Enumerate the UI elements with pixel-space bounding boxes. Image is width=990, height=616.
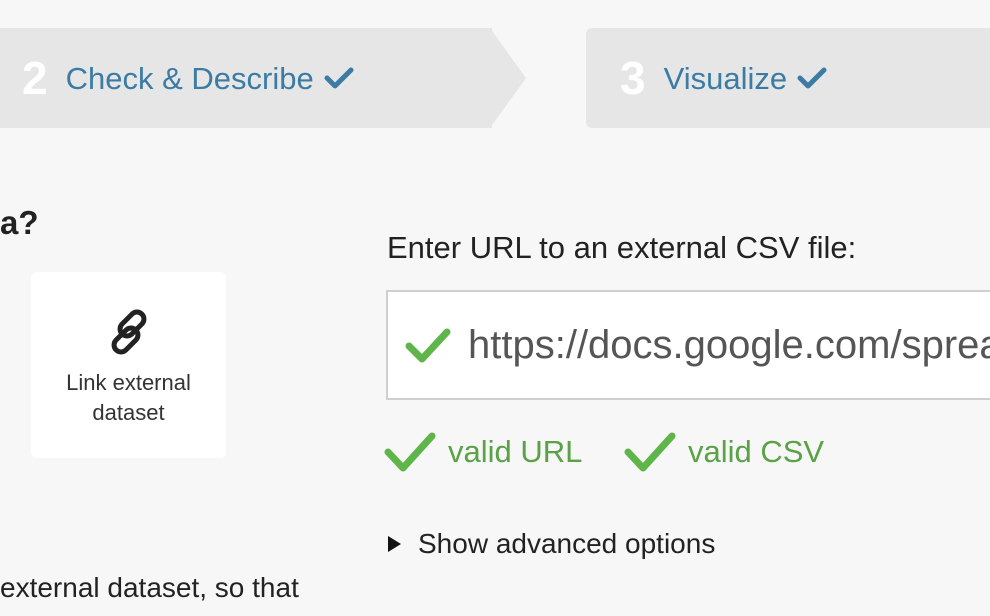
step-number: 3 xyxy=(620,52,646,104)
link-external-dataset-button[interactable]: Link external dataset xyxy=(31,272,226,458)
section-question: a? xyxy=(0,204,39,241)
check-icon xyxy=(624,432,676,472)
csv-url-input[interactable] xyxy=(468,322,990,368)
link-external-dataset-label: Link external dataset xyxy=(66,370,191,425)
step-label: Visualize xyxy=(663,60,788,96)
valid-csv-label: valid CSV xyxy=(688,434,825,469)
check-icon xyxy=(797,67,827,89)
url-prompt-label: Enter URL to an external CSV file: xyxy=(387,230,857,265)
check-icon xyxy=(405,328,451,363)
step-visualize[interactable]: 3 Visualize xyxy=(586,28,990,128)
valid-url-indicator: valid URL xyxy=(384,428,582,476)
triangle-right-icon xyxy=(388,536,401,552)
check-icon xyxy=(324,67,354,89)
step-check-describe[interactable]: 2 Check & Describe xyxy=(0,28,492,128)
step-number: 2 xyxy=(22,52,48,104)
valid-csv-indicator: valid CSV xyxy=(624,428,824,476)
valid-url-label: valid URL xyxy=(448,434,583,469)
url-field-container xyxy=(386,290,990,400)
check-icon xyxy=(384,432,436,472)
step-label: Check & Describe xyxy=(65,60,314,96)
show-advanced-options-label: Show advanced options xyxy=(418,528,716,559)
description-text: external dataset, so that xyxy=(0,572,299,603)
step-arrow xyxy=(490,28,526,128)
show-advanced-options-toggle[interactable]: Show advanced options xyxy=(388,528,715,560)
link-icon xyxy=(111,309,146,355)
